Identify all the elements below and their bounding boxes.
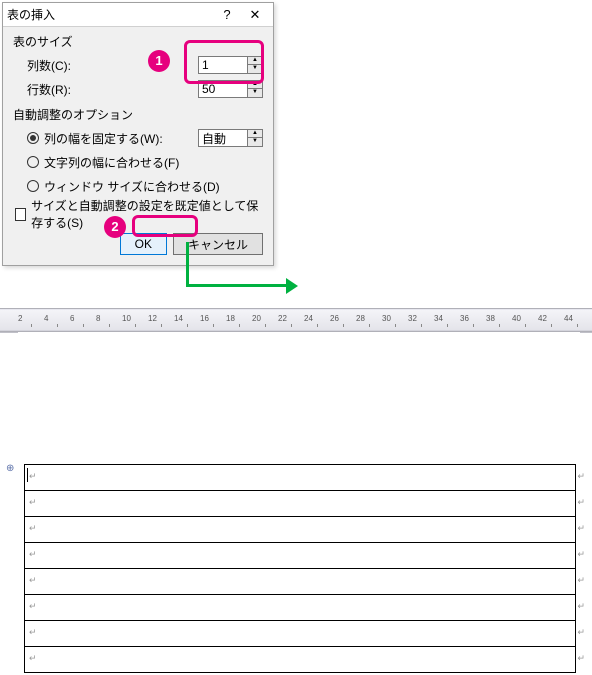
rows-row: 行数(R): ▲ ▼ (13, 78, 263, 100)
arrow-segment-v (186, 242, 189, 284)
save-default-checkbox[interactable] (15, 208, 26, 221)
table-row[interactable]: ↵↵ (25, 595, 576, 621)
cell-mark-icon: ↵ (29, 471, 37, 482)
row-mark-icon: ↵ (577, 601, 585, 612)
close-button[interactable]: ✕ (241, 5, 269, 25)
rows-label: 行数(R): (13, 81, 123, 98)
ruler-tick: 36 (460, 314, 469, 323)
ruler-tick: 34 (434, 314, 443, 323)
row-mark-icon: ↵ (577, 549, 585, 560)
columns-input[interactable] (198, 56, 248, 74)
columns-spinner: ▲ ▼ (198, 56, 263, 74)
cell-mark-icon: ↵ (29, 601, 37, 612)
ruler-tick: 4 (44, 314, 48, 323)
ruler-tick: 22 (278, 314, 287, 323)
radio-content-icon (27, 156, 39, 168)
cell-mark-icon: ↵ (29, 497, 37, 508)
ok-button[interactable]: OK (120, 233, 167, 255)
row-mark-icon: ↵ (577, 497, 585, 508)
table-row[interactable]: ↵↵ (25, 569, 576, 595)
save-default-label: サイズと自動調整の設定を既定値として保存する(S) (31, 197, 263, 231)
ruler-tick: 26 (330, 314, 339, 323)
table-row[interactable]: ↵↵ (25, 647, 576, 673)
ruler-tick: 16 (200, 314, 209, 323)
row-mark-icon: ↵ (577, 627, 585, 638)
radio-window-label: ウィンドウ サイズに合わせる(D) (44, 178, 263, 195)
ruler-tick: 20 (252, 314, 261, 323)
radio-fixed-icon (27, 132, 39, 144)
ruler[interactable]: 2468101214161820222426283032343638404244 (0, 310, 592, 330)
radio-window-row[interactable]: ウィンドウ サイズに合わせる(D) (13, 175, 263, 197)
marker-1: 1 (148, 50, 170, 72)
columns-label: 列数(C): (13, 57, 123, 74)
dialog-title: 表の挿入 (7, 6, 213, 23)
fixed-down-icon[interactable]: ▼ (248, 138, 262, 146)
columns-down-icon[interactable]: ▼ (248, 65, 262, 73)
ruler-tick: 24 (304, 314, 313, 323)
arrow-head-icon (286, 278, 298, 294)
fixed-up-icon[interactable]: ▲ (248, 130, 262, 138)
arrow-segment-h (186, 284, 292, 287)
radio-fixed-label: 列の幅を固定する(W): (44, 130, 198, 147)
help-button[interactable]: ? (213, 5, 241, 25)
marker-2: 2 (104, 216, 126, 238)
ruler-tick: 32 (408, 314, 417, 323)
radio-content-row[interactable]: 文字列の幅に合わせる(F) (13, 151, 263, 173)
ruler-tick: 28 (356, 314, 365, 323)
cell-mark-icon: ↵ (29, 627, 37, 638)
rows-spinner: ▲ ▼ (198, 80, 263, 98)
row-mark-icon: ↵ (577, 471, 585, 482)
save-default-row[interactable]: サイズと自動調整の設定を既定値として保存する(S) (13, 203, 263, 225)
ruler-tick: 18 (226, 314, 235, 323)
table-row[interactable]: ↵↵ (25, 621, 576, 647)
ruler-tick: 2 (18, 314, 22, 323)
inserted-table[interactable]: ↵↵↵↵↵↵↵↵↵↵↵↵↵↵↵↵ (24, 464, 576, 673)
radio-fixed-row[interactable]: 列の幅を固定する(W): ▲ ▼ (13, 127, 263, 149)
radio-window-icon (27, 180, 39, 192)
table-row[interactable]: ↵↵ (25, 465, 576, 491)
ruler-tick: 42 (538, 314, 547, 323)
table-row[interactable]: ↵↵ (25, 491, 576, 517)
ruler-tick: 6 (70, 314, 74, 323)
ruler-tick: 12 (148, 314, 157, 323)
table-row[interactable]: ↵↵ (25, 517, 576, 543)
fixed-width-spinner: ▲ ▼ (198, 129, 263, 147)
row-mark-icon: ↵ (577, 575, 585, 586)
ruler-tick: 14 (174, 314, 183, 323)
ruler-tick: 38 (486, 314, 495, 323)
rows-input[interactable] (198, 80, 248, 98)
dialog-content: 表のサイズ 列数(C): ▲ ▼ 行数(R): ▲ ▼ 自動調整のオプショ (3, 27, 273, 265)
button-row: OK キャンセル (13, 233, 263, 255)
ruler-tick: 40 (512, 314, 521, 323)
radio-content-label: 文字列の幅に合わせる(F) (44, 154, 263, 171)
cell-mark-icon: ↵ (29, 575, 37, 586)
table-anchor-icon[interactable] (6, 460, 16, 470)
size-section-label: 表のサイズ (13, 33, 263, 50)
columns-row: 列数(C): ▲ ▼ (13, 54, 263, 76)
insert-table-dialog: 表の挿入 ? ✕ 表のサイズ 列数(C): ▲ ▼ 行数(R): ▲ ▼ (2, 2, 274, 266)
row-mark-icon: ↵ (577, 523, 585, 534)
row-mark-icon: ↵ (577, 653, 585, 664)
cell-mark-icon: ↵ (29, 523, 37, 534)
autofit-section-label: 自動調整のオプション (13, 106, 263, 123)
rows-down-icon[interactable]: ▼ (248, 89, 262, 97)
table-row[interactable]: ↵↵ (25, 543, 576, 569)
titlebar: 表の挿入 ? ✕ (3, 3, 273, 27)
ruler-tick: 10 (122, 314, 131, 323)
rows-up-icon[interactable]: ▲ (248, 81, 262, 89)
ruler-tick: 44 (564, 314, 573, 323)
cell-mark-icon: ↵ (29, 549, 37, 560)
cell-mark-icon: ↵ (29, 653, 37, 664)
fixed-width-input[interactable] (198, 129, 248, 147)
ruler-tick: 30 (382, 314, 391, 323)
columns-up-icon[interactable]: ▲ (248, 57, 262, 65)
ruler-tick: 8 (96, 314, 100, 323)
